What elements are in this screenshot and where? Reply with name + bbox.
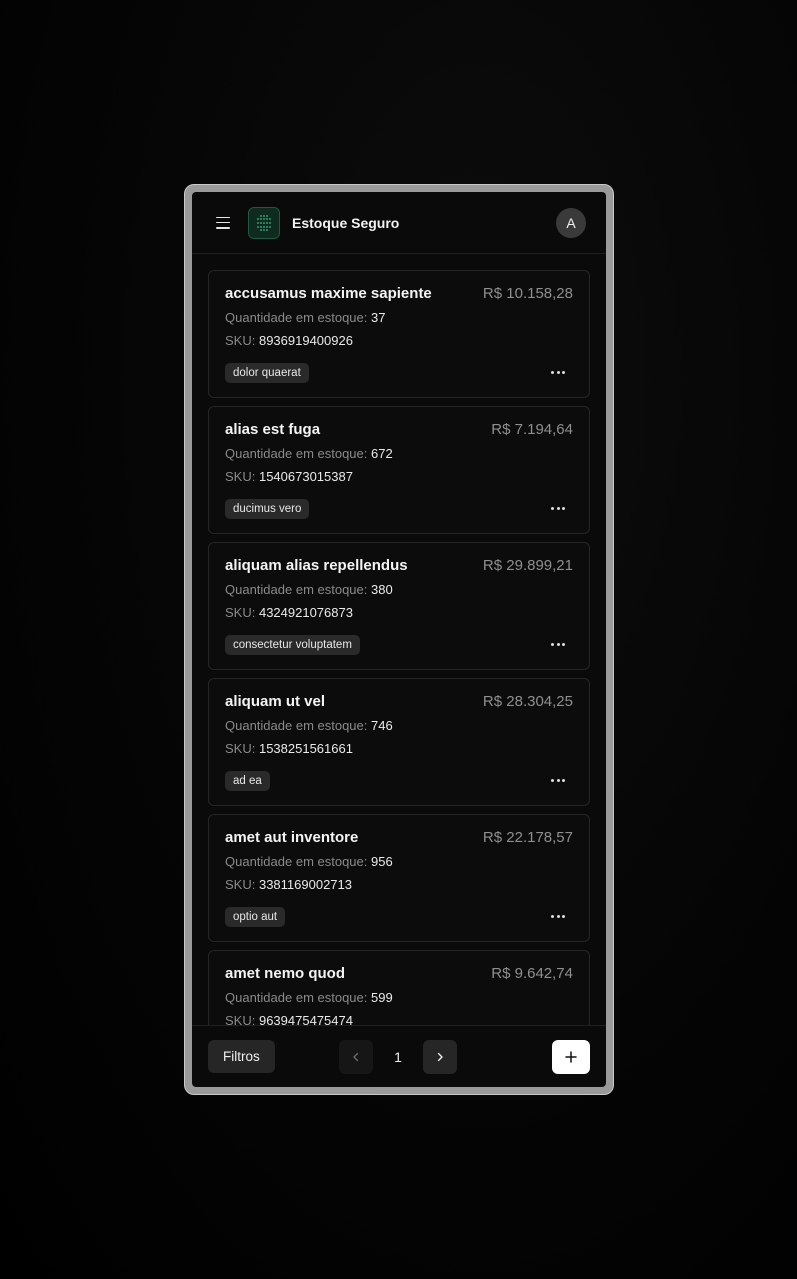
stock-value: 956 bbox=[371, 854, 393, 869]
card-header: alias est fuga R$ 7.194,64 bbox=[225, 421, 573, 438]
product-card[interactable]: aliquam ut vel R$ 28.304,25 Quantidade em … bbox=[208, 678, 590, 806]
card-header: aliquam alias repellendus R$ 29.899,21 bbox=[225, 557, 573, 574]
card-header: amet aut inventore R$ 22.178,57 bbox=[225, 829, 573, 846]
category-tag: ad ea bbox=[225, 771, 270, 791]
sku: SKU: 4324921076873 bbox=[225, 605, 573, 620]
bottom-bar: Filtros 1 bbox=[192, 1025, 606, 1087]
sku-label: SKU: bbox=[225, 1013, 259, 1025]
sku-label: SKU: bbox=[225, 469, 259, 484]
sku-value: 9639475475474 bbox=[258, 1013, 353, 1025]
previous-page-button[interactable] bbox=[339, 1040, 373, 1074]
product-name: amet aut inventore bbox=[225, 829, 359, 846]
sku-value: 4324921076873 bbox=[258, 605, 353, 620]
stock-value: 599 bbox=[371, 990, 393, 1005]
stock-label: Quantidade em estoque: bbox=[225, 582, 371, 597]
sku: SKU: 9639475475474 bbox=[225, 1013, 573, 1025]
sku-value: 3381169002713 bbox=[258, 877, 352, 892]
product-card[interactable]: aliquam alias repellendus R$ 29.899,21 Qua… bbox=[208, 542, 590, 670]
next-page-button[interactable] bbox=[423, 1040, 457, 1074]
card-header: accusamus maxime sapiente R$ 10.158,28 bbox=[225, 285, 573, 302]
more-dots-icon[interactable] bbox=[547, 907, 569, 925]
menu-icon[interactable] bbox=[216, 216, 230, 229]
app-screen: Estoque Seguro A accusamus maxime sapien… bbox=[192, 192, 606, 1087]
product-price: R$ 10.158,28 bbox=[482, 285, 573, 302]
card-header: amet nemo quod R$ 9.642,74 bbox=[225, 965, 573, 982]
stock-value: 672 bbox=[371, 446, 393, 461]
more-dots-icon[interactable] bbox=[547, 635, 569, 653]
current-page: 1 bbox=[394, 1049, 402, 1065]
more-dots-icon[interactable] bbox=[547, 363, 569, 381]
chevron-right-icon bbox=[437, 1052, 443, 1062]
pagination: 1 bbox=[339, 1040, 457, 1074]
product-name: amet nemo quod bbox=[225, 965, 346, 982]
sku-label: SKU: bbox=[225, 741, 259, 756]
category-tag: ducimus vero bbox=[225, 499, 310, 519]
product-name: aliquam ut vel bbox=[225, 693, 326, 710]
filters-button[interactable]: Filtros bbox=[208, 1040, 275, 1073]
category-tag: dolor quaerat bbox=[225, 363, 309, 383]
sku: SKU: 1538251561661 bbox=[225, 741, 573, 756]
product-name: aliquam alias repellendus bbox=[225, 557, 408, 574]
plus-icon bbox=[565, 1051, 577, 1063]
category-tag: consectetur voluptatem bbox=[225, 635, 360, 655]
stock-label: Quantidade em estoque: bbox=[225, 990, 371, 1005]
stock-quantity: Quantidade em estoque: 380 bbox=[225, 582, 573, 597]
category-tag: optio aut bbox=[225, 907, 286, 927]
app-title: Estoque Seguro bbox=[292, 214, 400, 231]
product-price: R$ 7.194,64 bbox=[491, 421, 573, 438]
stock-quantity: Quantidade em estoque: 956 bbox=[225, 854, 573, 869]
sku: SKU: 3381169002713 bbox=[225, 877, 573, 892]
avatar[interactable]: A bbox=[556, 207, 586, 238]
more-dots-icon[interactable] bbox=[547, 771, 569, 789]
product-name: accusamus maxime sapiente bbox=[225, 285, 432, 302]
sku-value: 8936919400926 bbox=[258, 333, 353, 348]
stock-quantity: Quantidade em estoque: 672 bbox=[225, 446, 573, 461]
stock-quantity: Quantidade em estoque: 37 bbox=[225, 310, 573, 325]
chevron-left-icon bbox=[353, 1052, 359, 1062]
product-card[interactable]: alias est fuga R$ 7.194,64 Quantidade em e… bbox=[208, 406, 590, 534]
stock-quantity: Quantidade em estoque: 746 bbox=[225, 718, 573, 733]
stock-quantity: Quantidade em estoque: 599 bbox=[225, 990, 573, 1005]
stock-label: Quantidade em estoque: bbox=[225, 310, 371, 325]
product-price: R$ 28.304,25 bbox=[482, 693, 573, 710]
sku-label: SKU: bbox=[225, 333, 259, 348]
stock-label: Quantidade em estoque: bbox=[225, 446, 371, 461]
sku-value: 1538251561661 bbox=[258, 741, 353, 756]
add-product-button[interactable] bbox=[552, 1040, 590, 1074]
sku-label: SKU: bbox=[225, 877, 259, 892]
top-bar: Estoque Seguro A bbox=[192, 192, 606, 254]
product-price: R$ 22.178,57 bbox=[482, 829, 573, 846]
product-card[interactable]: accusamus maxime sapiente R$ 10.158,28 Qua… bbox=[208, 270, 590, 398]
stock-value: 37 bbox=[371, 310, 386, 325]
card-header: aliquam ut vel R$ 28.304,25 bbox=[225, 693, 573, 710]
more-dots-icon[interactable] bbox=[547, 499, 569, 517]
product-price: R$ 29.899,21 bbox=[482, 557, 573, 574]
product-card[interactable]: amet aut inventore R$ 22.178,57 Quantidade… bbox=[208, 814, 590, 942]
sku: SKU: 8936919400926 bbox=[225, 333, 573, 348]
sku: SKU: 1540673015387 bbox=[225, 469, 573, 484]
stock-value: 746 bbox=[371, 718, 393, 733]
grid-logo-icon bbox=[248, 206, 280, 239]
product-list: accusamus maxime sapiente R$ 10.158,28 Qua… bbox=[192, 254, 606, 1025]
sku-label: SKU: bbox=[225, 605, 259, 620]
device-frame: Estoque Seguro A accusamus maxime sapien… bbox=[184, 184, 614, 1095]
sku-value: 1540673015387 bbox=[258, 469, 353, 484]
product-price: R$ 9.642,74 bbox=[491, 965, 573, 982]
product-card[interactable]: amet nemo quod R$ 9.642,74 Quantidade em e… bbox=[208, 950, 590, 1025]
stock-label: Quantidade em estoque: bbox=[225, 718, 371, 733]
stock-value: 380 bbox=[371, 582, 393, 597]
stock-label: Quantidade em estoque: bbox=[225, 854, 371, 869]
product-name: alias est fuga bbox=[225, 421, 321, 438]
